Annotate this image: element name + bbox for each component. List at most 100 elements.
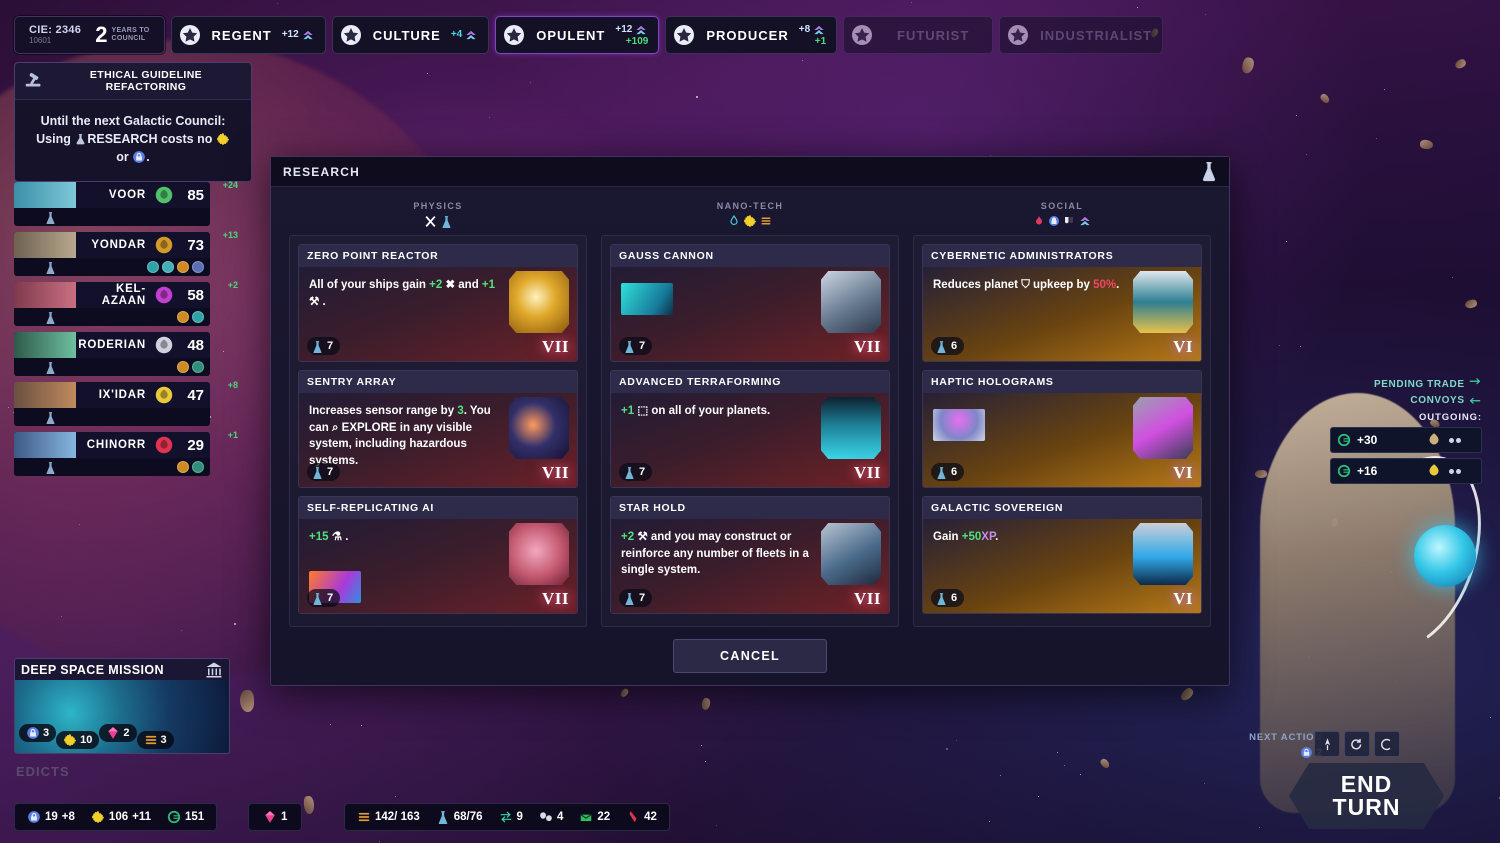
faction-delta: +8 xyxy=(228,380,238,390)
research-card[interactable]: SENTRY ARRAY Increases sensor range by 3… xyxy=(298,370,578,488)
redo-icon[interactable] xyxy=(1374,731,1400,757)
ship-move-icon[interactable] xyxy=(1314,731,1340,757)
ideology-futurist[interactable]: FUTURIST xyxy=(843,16,993,54)
ideology-producer[interactable]: PRODUCER +8 +1 xyxy=(665,16,837,54)
research-columns: PHYSICS ZERO POINT REACTOR All of your s… xyxy=(271,187,1229,627)
end-turn-button[interactable]: END TURN xyxy=(1289,763,1444,829)
resource-gear: 106 +11 xyxy=(91,810,151,824)
gear-icon xyxy=(743,214,757,228)
research-column-icons xyxy=(289,213,587,229)
star-badge-icon xyxy=(672,23,696,47)
faction-sigil-icon xyxy=(152,283,176,307)
research-column-icons xyxy=(913,213,1211,229)
star-badge-icon xyxy=(502,23,526,47)
research-column-label: NANO-TECH xyxy=(601,201,899,211)
research-card[interactable]: GALACTIC SOVEREIGN Gain +50XP. 6 VI xyxy=(922,496,1202,614)
ideology-culture[interactable]: CULTURE +4 xyxy=(332,16,490,54)
years-to-council-label-2: COUNCIL xyxy=(111,35,149,43)
convoy-rows: +30 +16 xyxy=(1330,427,1482,484)
ideology-opulent[interactable]: OPULENT +12 +109 xyxy=(495,16,659,54)
resource-delta: +8 xyxy=(62,811,75,823)
trade-icon xyxy=(1468,376,1482,390)
faction-row[interactable]: KEL-AZAAN 58 +2 xyxy=(14,282,210,326)
sovereign-icon xyxy=(1133,523,1193,585)
years-to-council-label-1: YEARS TO xyxy=(111,27,149,35)
gear-icon xyxy=(216,132,230,146)
research-card-tier: VII xyxy=(854,337,881,357)
flask-icon xyxy=(44,411,57,424)
research-card[interactable]: ADVANCED TERRAFORMING +1 ⬚ on all of you… xyxy=(610,370,890,488)
flask-icon xyxy=(44,211,57,224)
ideology-industrialist[interactable]: INDUSTRIALIST xyxy=(999,16,1163,54)
resource-value: 42 xyxy=(644,811,657,823)
ideology-label: CULTURE xyxy=(373,28,441,43)
research-card[interactable]: CYBERNETIC ADMINISTRATORS Reduces planet… xyxy=(922,244,1202,362)
faction-row[interactable]: CHINORR 29 +1 xyxy=(14,432,210,476)
resource-trade: 9 xyxy=(499,810,523,824)
flask-icon xyxy=(440,215,453,228)
gear-icon xyxy=(63,733,77,747)
atom-reactor-icon xyxy=(509,271,569,333)
action-buttons xyxy=(1314,731,1400,757)
reward-value: 10 xyxy=(80,734,92,746)
edict-body: Until the next Galactic Council: Using R… xyxy=(14,99,252,181)
research-card[interactable]: HAPTIC HOLOGRAMS 6 VI xyxy=(922,370,1202,488)
flask-icon xyxy=(311,592,324,605)
resource-minerals: 142/ 163 xyxy=(357,810,420,824)
years-to-council-number: 2 xyxy=(95,24,107,46)
flask-icon xyxy=(44,361,57,374)
ideology-label: PRODUCER xyxy=(706,28,788,43)
hologram-icon xyxy=(1133,397,1193,459)
research-card[interactable]: SELF-REPLICATING AI +15 ⚗ . 7 VII xyxy=(298,496,578,614)
faction-row[interactable]: YONDAR 73 +13 xyxy=(14,232,210,276)
faction-delta: +24 xyxy=(223,180,238,190)
effect-thumbnail xyxy=(621,283,673,315)
deep-space-mission-title: DEEP SPACE MISSION xyxy=(21,663,164,677)
reward-chip: 10 xyxy=(56,731,99,749)
resource-research: 68/76 xyxy=(436,810,483,824)
research-card-tier: VII xyxy=(542,463,569,483)
faction-row[interactable]: RODERIAN 48 xyxy=(14,332,210,376)
resource-value: 9 xyxy=(517,811,523,823)
research-card-title: HAPTIC HOLOGRAMS xyxy=(931,376,1054,388)
influence-icon xyxy=(1300,746,1313,759)
flask-icon xyxy=(74,133,87,146)
research-card[interactable]: STAR HOLD +2 ⚒ and you may construct or … xyxy=(610,496,890,614)
star-badge-icon xyxy=(1006,23,1030,47)
undo-icon[interactable] xyxy=(1344,731,1370,757)
ideology-value-primary: +8 xyxy=(799,25,810,36)
research-card-tier: VI xyxy=(1173,589,1193,609)
research-card-description: Reduces planet ⛉ upkeep by 50%. xyxy=(933,277,1128,294)
avatar xyxy=(14,382,76,408)
convoy-amount: +16 xyxy=(1357,464,1377,478)
research-card-cost: 7 xyxy=(619,463,652,481)
faction-row[interactable]: IX'IDAR 47 +8 xyxy=(14,382,210,426)
cancel-button[interactable]: CANCEL xyxy=(673,639,827,673)
research-card-cost: 7 xyxy=(619,589,652,607)
ideology-regent[interactable]: REGENT +12 xyxy=(171,16,326,54)
faction-score: 47 xyxy=(176,387,210,404)
resource-value: 68/76 xyxy=(454,811,483,823)
edict-title-line1: ETHICAL GUIDELINE xyxy=(90,69,202,81)
star-badge-icon xyxy=(178,23,202,47)
convoy-row[interactable]: +30 xyxy=(1330,427,1482,453)
research-card[interactable]: GAUSS CANNON 7 VII xyxy=(610,244,890,362)
influence-icon xyxy=(27,810,41,824)
active-edict-panel[interactable]: ETHICAL GUIDELINE REFACTORING Until the … xyxy=(14,62,252,182)
reward-chip: 2 xyxy=(99,724,136,742)
research-card-cost: 7 xyxy=(307,589,340,607)
edict-text-2a: Using xyxy=(36,132,74,146)
convoy-row[interactable]: +16 xyxy=(1330,458,1482,484)
ixidar-sigil xyxy=(1425,462,1443,480)
pending-trade-convoys-panel: PENDING TRADE CONVOYS OUTGOING: +30 +16 xyxy=(1330,376,1482,489)
research-card[interactable]: ZERO POINT REACTOR All of your ships gai… xyxy=(298,244,578,362)
deep-space-mission-card[interactable]: DEEP SPACE MISSION 3 10 2 3 xyxy=(14,658,230,754)
flask-icon xyxy=(44,461,57,474)
influence-icon xyxy=(26,726,40,740)
reward-chip: 3 xyxy=(137,731,174,749)
gauss-cannon-icon xyxy=(821,271,881,333)
star-badge-icon xyxy=(178,23,202,47)
trade-icon xyxy=(499,810,513,824)
faction-row[interactable]: VOOR 85 +24 xyxy=(14,182,210,226)
star-badge-icon xyxy=(339,23,363,47)
